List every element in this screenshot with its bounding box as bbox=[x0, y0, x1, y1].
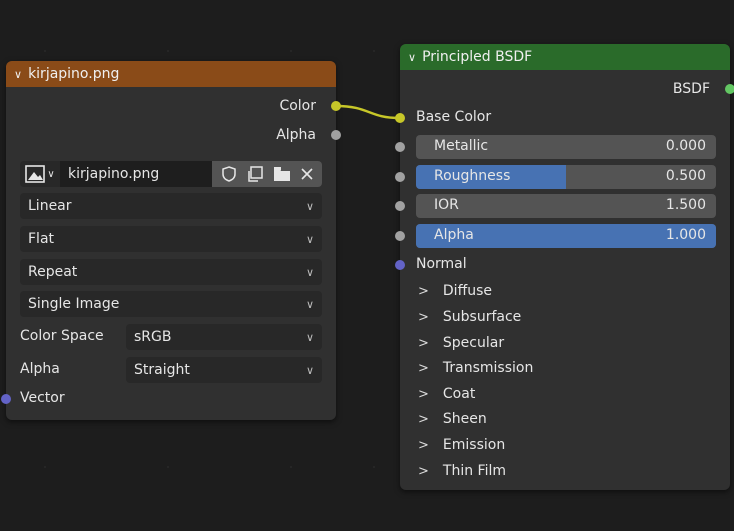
input-vector-label: Vector bbox=[20, 390, 65, 406]
input-normal-label: Normal bbox=[416, 256, 467, 272]
chevron-right-icon: > bbox=[418, 411, 429, 427]
metallic-value: 0.000 bbox=[665, 138, 706, 154]
chevron-down-icon[interactable]: ∨ bbox=[14, 68, 22, 81]
ior-slider[interactable]: IOR 1.500 bbox=[416, 194, 716, 218]
alpha-label: Alpha bbox=[434, 227, 474, 243]
output-alpha-socket[interactable] bbox=[331, 130, 341, 140]
interpolation-dropdown[interactable]: Linear ∨ bbox=[20, 193, 322, 219]
panel-subsurface[interactable]: > Subsurface bbox=[418, 309, 521, 325]
chevron-right-icon: > bbox=[418, 463, 429, 479]
input-metallic-socket[interactable] bbox=[395, 142, 405, 152]
panel-thin-film-label: Thin Film bbox=[442, 463, 506, 479]
bsdf-node-title: Principled BSDF bbox=[422, 49, 533, 65]
projection-value: Flat bbox=[28, 231, 55, 247]
alpha-slider[interactable]: Alpha 1.000 bbox=[416, 224, 716, 248]
output-color-label: Color bbox=[279, 98, 316, 114]
ior-value: 1.500 bbox=[665, 197, 706, 213]
alpha-mode-value: Straight bbox=[134, 362, 190, 378]
alpha-mode-dropdown[interactable]: Straight ∨ bbox=[126, 357, 322, 383]
panel-emission-label: Emission bbox=[442, 437, 506, 453]
chevron-down-icon: ∨ bbox=[305, 297, 314, 311]
close-icon[interactable] bbox=[300, 167, 314, 181]
panel-diffuse[interactable]: > Diffuse bbox=[418, 283, 492, 299]
image-selector[interactable]: ∨ kirjapino.png bbox=[20, 161, 322, 187]
input-base-color-socket[interactable] bbox=[395, 113, 405, 123]
image-type-button[interactable]: ∨ bbox=[20, 161, 60, 187]
panel-coat[interactable]: > Coat bbox=[418, 386, 475, 402]
chevron-right-icon: > bbox=[418, 335, 429, 351]
output-bsdf-socket[interactable] bbox=[725, 84, 734, 94]
output-bsdf-label: BSDF bbox=[672, 81, 710, 97]
panel-subsurface-label: Subsurface bbox=[442, 309, 522, 325]
panel-transmission-label: Transmission bbox=[442, 360, 534, 376]
image-actions bbox=[212, 161, 322, 187]
folder-icon[interactable] bbox=[273, 166, 291, 182]
chevron-down-icon: ∨ bbox=[305, 330, 314, 344]
input-normal-socket[interactable] bbox=[395, 260, 405, 270]
chevron-down-icon[interactable]: ∨ bbox=[408, 51, 416, 64]
chevron-right-icon: > bbox=[418, 360, 429, 376]
alpha-mode-label: Alpha bbox=[20, 361, 60, 377]
chevron-down-icon: ∨ bbox=[305, 363, 314, 377]
color-space-value: sRGB bbox=[134, 329, 172, 345]
extension-dropdown[interactable]: Repeat ∨ bbox=[20, 259, 322, 285]
source-value: Single Image bbox=[28, 296, 120, 312]
image-name-field[interactable]: kirjapino.png bbox=[60, 161, 212, 187]
chevron-right-icon: > bbox=[418, 437, 429, 453]
projection-dropdown[interactable]: Flat ∨ bbox=[20, 226, 322, 252]
panel-coat-label: Coat bbox=[442, 386, 476, 402]
roughness-value: 0.500 bbox=[665, 168, 706, 184]
ior-label: IOR bbox=[434, 197, 459, 213]
shield-icon[interactable] bbox=[221, 165, 237, 183]
output-alpha-label: Alpha bbox=[276, 127, 316, 143]
panel-specular-label: Specular bbox=[442, 335, 505, 351]
color-space-label: Color Space bbox=[20, 328, 104, 344]
output-color-socket[interactable] bbox=[331, 101, 341, 111]
chevron-right-icon: > bbox=[418, 309, 429, 325]
chevron-down-icon: ∨ bbox=[305, 199, 314, 213]
image-texture-node[interactable]: ∨ kirjapino.png Color Alpha ∨ kirjapino.… bbox=[1, 61, 341, 420]
input-roughness-socket[interactable] bbox=[395, 172, 405, 182]
extension-value: Repeat bbox=[28, 264, 78, 280]
metallic-label: Metallic bbox=[434, 138, 489, 154]
image-node-title: kirjapino.png bbox=[28, 66, 120, 82]
principled-bsdf-node[interactable]: ∨ Principled BSDF BSDF Base Color Metall… bbox=[395, 44, 734, 490]
panel-sheen-label: Sheen bbox=[442, 411, 487, 427]
source-dropdown[interactable]: Single Image ∨ bbox=[20, 291, 322, 317]
input-alpha-socket[interactable] bbox=[395, 231, 405, 241]
panel-thin-film[interactable]: > Thin Film bbox=[418, 463, 506, 479]
image-icon bbox=[25, 165, 46, 183]
chevron-right-icon: > bbox=[418, 386, 429, 402]
chevron-down-icon: ∨ bbox=[305, 232, 314, 246]
roughness-label: Roughness bbox=[434, 168, 511, 184]
panel-diffuse-label: Diffuse bbox=[442, 283, 493, 299]
panel-transmission[interactable]: > Transmission bbox=[418, 360, 533, 376]
chevron-down-icon: ∨ bbox=[305, 265, 314, 279]
panel-sheen[interactable]: > Sheen bbox=[418, 411, 487, 427]
color-space-dropdown[interactable]: sRGB ∨ bbox=[126, 324, 322, 350]
chevron-right-icon: > bbox=[418, 283, 429, 299]
bsdf-node-header[interactable]: ∨ Principled BSDF bbox=[400, 44, 730, 70]
image-node-header[interactable]: ∨ kirjapino.png bbox=[6, 61, 336, 87]
duplicate-icon[interactable] bbox=[246, 165, 264, 183]
panel-specular[interactable]: > Specular bbox=[418, 335, 504, 351]
interpolation-value: Linear bbox=[28, 198, 72, 214]
roughness-slider[interactable]: Roughness 0.500 bbox=[416, 165, 716, 189]
alpha-value: 1.000 bbox=[665, 227, 706, 243]
input-vector-socket[interactable] bbox=[1, 394, 11, 404]
metallic-slider[interactable]: Metallic 0.000 bbox=[416, 135, 716, 159]
chevron-down-icon: ∨ bbox=[47, 168, 55, 180]
panel-emission[interactable]: > Emission bbox=[418, 437, 505, 453]
input-ior-socket[interactable] bbox=[395, 201, 405, 211]
input-base-color-label: Base Color bbox=[416, 109, 492, 125]
